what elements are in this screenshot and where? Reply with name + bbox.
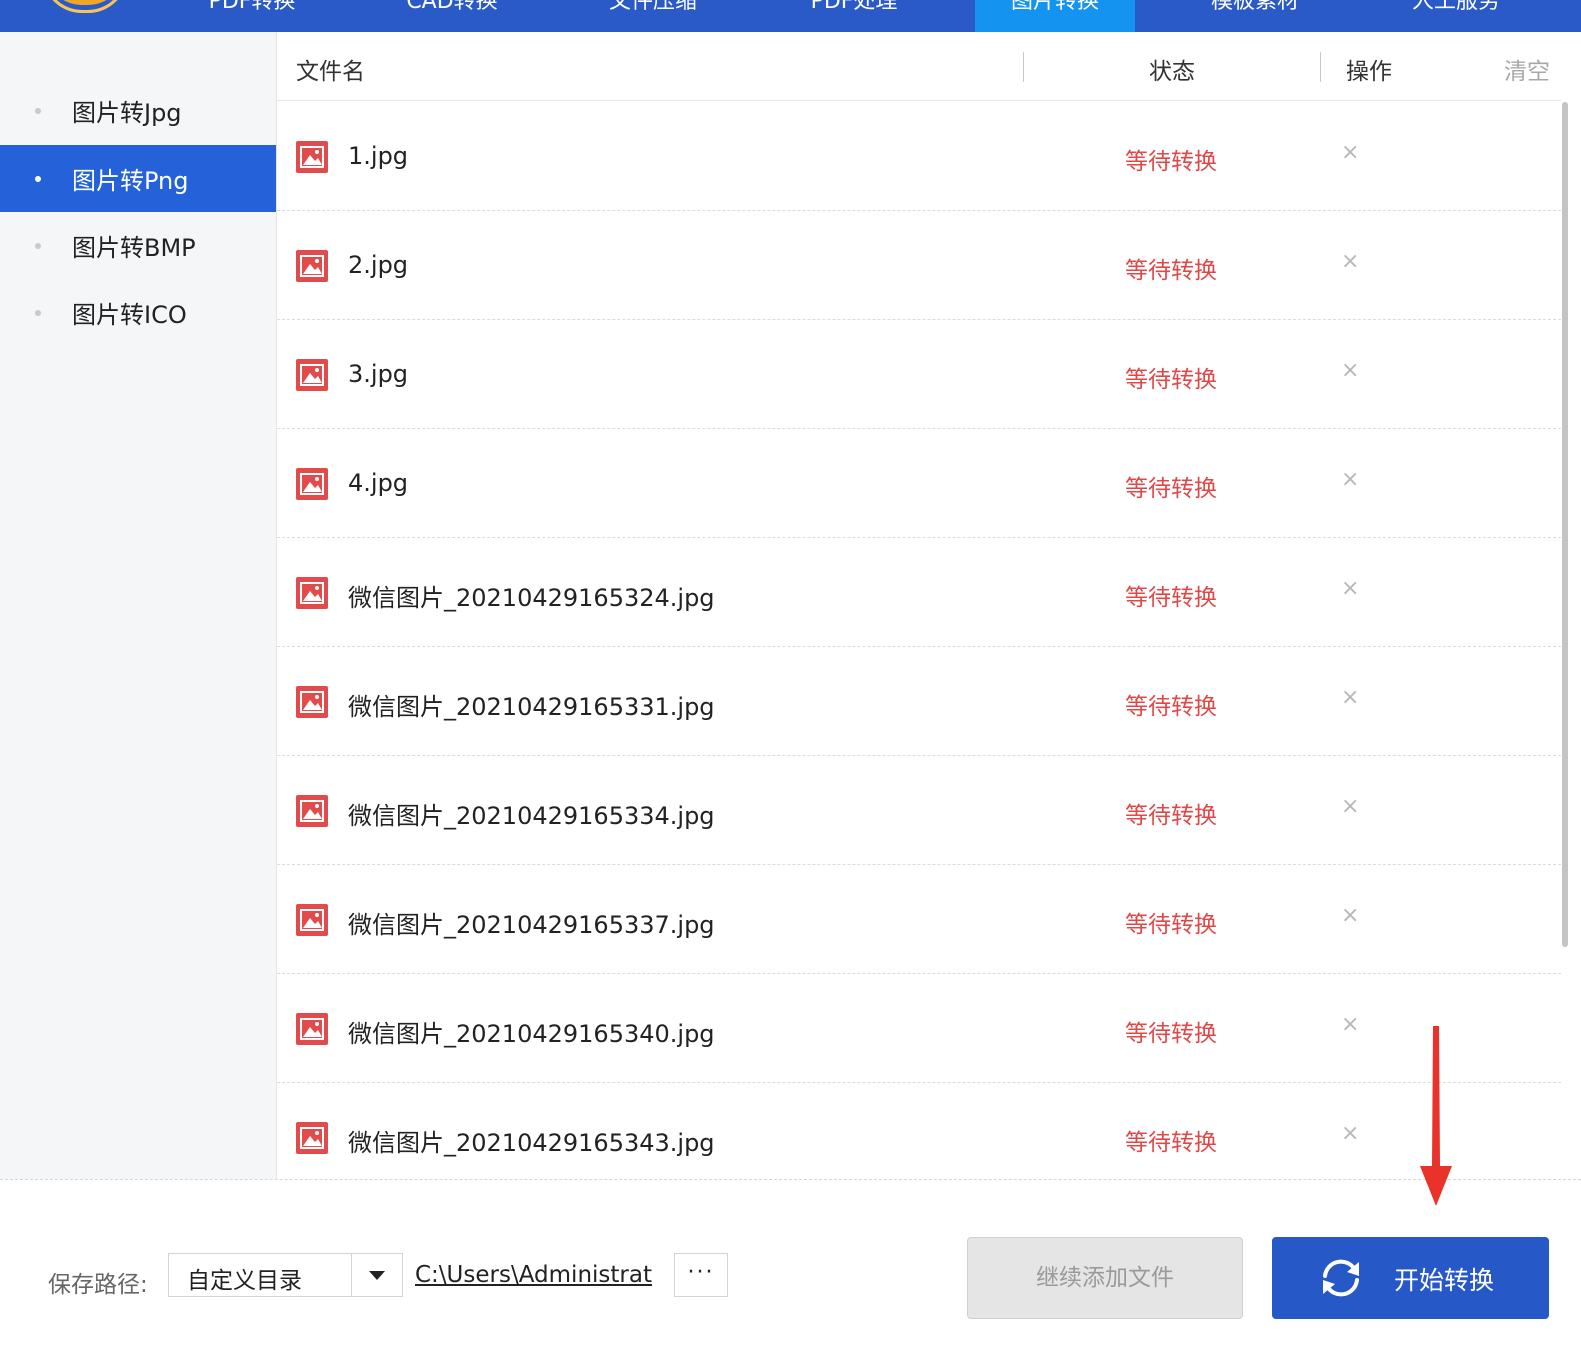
start-convert-label: 开始转换 <box>1394 1266 1495 1295</box>
file-name: 2.jpg <box>348 251 409 279</box>
image-file-icon <box>296 1013 328 1045</box>
close-icon[interactable]: × <box>1341 249 1359 274</box>
close-icon[interactable]: × <box>1341 576 1359 601</box>
column-header-action: 操作 <box>1346 59 1392 85</box>
table-header: 文件名 状态 操作 清空 <box>277 32 1561 101</box>
select-divider <box>351 1254 352 1296</box>
status-text: 等待转换 <box>1125 1130 1217 1156</box>
image-file-icon <box>296 686 328 718</box>
status-text: 等待转换 <box>1125 258 1217 284</box>
close-icon[interactable]: × <box>1341 358 1359 383</box>
table-row[interactable]: 微信图片_20210429165340.jpg 等待转换 × <box>277 974 1561 1083</box>
table-row[interactable]: 3.jpg 等待转换 × <box>277 320 1561 429</box>
status-text: 等待转换 <box>1125 803 1217 829</box>
table-row[interactable]: 微信图片_20210429165343.jpg 等待转换 × <box>277 1083 1561 1179</box>
sidebar-item-label: 图片转ICO <box>72 301 187 329</box>
tab-file-compress[interactable]: 文件压缩 <box>573 0 733 32</box>
close-icon[interactable]: × <box>1341 794 1359 819</box>
image-file-icon <box>296 250 328 282</box>
save-dir-value: 自定义目录 <box>187 1268 302 1294</box>
table-row[interactable]: 1.jpg 等待转换 × <box>277 102 1561 211</box>
close-icon[interactable]: × <box>1341 467 1359 492</box>
status-text: 等待转换 <box>1125 694 1217 720</box>
sidebar-item-label: 图片转Jpg <box>72 99 182 127</box>
scrollbar-thumb[interactable] <box>1562 102 1568 947</box>
save-path-link[interactable]: C:\Users\Administrat <box>415 1262 652 1288</box>
status-text: 等待转换 <box>1125 476 1217 502</box>
image-file-icon <box>296 359 328 391</box>
status-text: 等待转换 <box>1125 367 1217 393</box>
sidebar-item-to-jpg[interactable]: 图片转Jpg <box>0 77 276 144</box>
close-icon[interactable]: × <box>1341 685 1359 710</box>
image-file-icon <box>296 1122 328 1154</box>
bullet-icon <box>35 107 41 114</box>
bullet-icon <box>35 175 41 182</box>
tab-pdf-convert[interactable]: PDF转换 <box>172 0 332 32</box>
file-name: 1.jpg <box>348 142 409 170</box>
image-file-icon <box>296 795 328 827</box>
table-row[interactable]: 微信图片_20210429165334.jpg 等待转换 × <box>277 756 1561 865</box>
bottom-bar: 保存路径: 自定义目录 C:\Users\Administrat ··· 继续添… <box>0 1179 1581 1350</box>
table-row[interactable]: 微信图片_20210429165331.jpg 等待转换 × <box>277 647 1561 756</box>
browse-button[interactable]: ··· <box>674 1253 728 1297</box>
clear-all-button[interactable]: 清空 <box>1504 52 1550 86</box>
close-icon[interactable]: × <box>1341 140 1359 165</box>
start-convert-button[interactable]: 开始转换 <box>1272 1237 1549 1319</box>
image-file-icon <box>296 141 328 173</box>
status-text: 等待转换 <box>1125 912 1217 938</box>
column-divider <box>1320 52 1321 82</box>
image-file-icon <box>296 577 328 609</box>
annotation-arrow-icon <box>1420 1026 1452 1206</box>
bullet-icon <box>35 309 41 316</box>
table-row[interactable]: 4.jpg 等待转换 × <box>277 429 1561 538</box>
file-name: 微信图片_20210429165324.jpg <box>348 584 715 612</box>
top-nav-bar: PDF转换 CAD转换 文件压缩 PDF处理 图片转换 模板素材 人工服务 <box>0 0 1581 32</box>
file-name: 3.jpg <box>348 360 409 388</box>
scrollbar[interactable] <box>1561 32 1581 1179</box>
column-divider <box>1023 52 1024 82</box>
status-text: 等待转换 <box>1125 1021 1217 1047</box>
sidebar-item-to-ico[interactable]: 图片转ICO <box>0 279 276 346</box>
add-more-files-button[interactable]: 继续添加文件 <box>967 1237 1243 1319</box>
sidebar-item-label: 图片转BMP <box>72 234 196 262</box>
image-file-icon <box>296 468 328 500</box>
image-file-icon <box>296 904 328 936</box>
save-path-label: 保存路径: <box>48 1272 148 1298</box>
tab-pdf-process[interactable]: PDF处理 <box>774 0 934 32</box>
tab-cad-convert[interactable]: CAD转换 <box>372 0 532 32</box>
close-icon[interactable]: × <box>1341 903 1359 928</box>
tab-templates[interactable]: 模板素材 <box>1175 0 1335 32</box>
save-dir-select[interactable]: 自定义目录 <box>168 1253 403 1297</box>
close-icon[interactable]: × <box>1341 1121 1359 1146</box>
file-name: 微信图片_20210429165337.jpg <box>348 911 715 939</box>
sidebar-item-to-bmp[interactable]: 图片转BMP <box>0 212 276 279</box>
table-row[interactable]: 微信图片_20210429165337.jpg 等待转换 × <box>277 865 1561 974</box>
table-row[interactable]: 2.jpg 等待转换 × <box>277 211 1561 320</box>
sidebar-item-label: 图片转Png <box>72 167 189 195</box>
column-header-status: 状态 <box>1149 59 1195 85</box>
file-name: 微信图片_20210429165340.jpg <box>348 1020 715 1048</box>
file-name: 微信图片_20210429165343.jpg <box>348 1129 715 1157</box>
app-logo <box>42 0 128 13</box>
refresh-icon <box>1323 1259 1359 1297</box>
status-text: 等待转换 <box>1125 585 1217 611</box>
caret-down-icon[interactable] <box>369 1271 385 1280</box>
file-name: 微信图片_20210429165331.jpg <box>348 693 715 721</box>
file-name: 4.jpg <box>348 469 409 497</box>
table-row[interactable]: 微信图片_20210429165324.jpg 等待转换 × <box>277 538 1561 647</box>
close-icon[interactable]: × <box>1341 1012 1359 1037</box>
file-name: 微信图片_20210429165334.jpg <box>348 802 715 830</box>
tab-manual-service[interactable]: 人工服务 <box>1376 0 1536 32</box>
status-text: 等待转换 <box>1125 149 1217 175</box>
file-table: 文件名 状态 操作 清空 1.jpg 等待转换 × 2.jpg 等待转换 × 3.jpg 等待… <box>277 32 1561 1179</box>
sidebar: 图片转Jpg 图片转Png 图片转BMP 图片转ICO <box>0 32 277 1179</box>
sidebar-item-to-png[interactable]: 图片转Png <box>0 145 276 212</box>
tab-image-convert[interactable]: 图片转换 <box>975 0 1135 32</box>
bullet-icon <box>35 242 41 249</box>
column-header-filename: 文件名 <box>296 59 365 85</box>
